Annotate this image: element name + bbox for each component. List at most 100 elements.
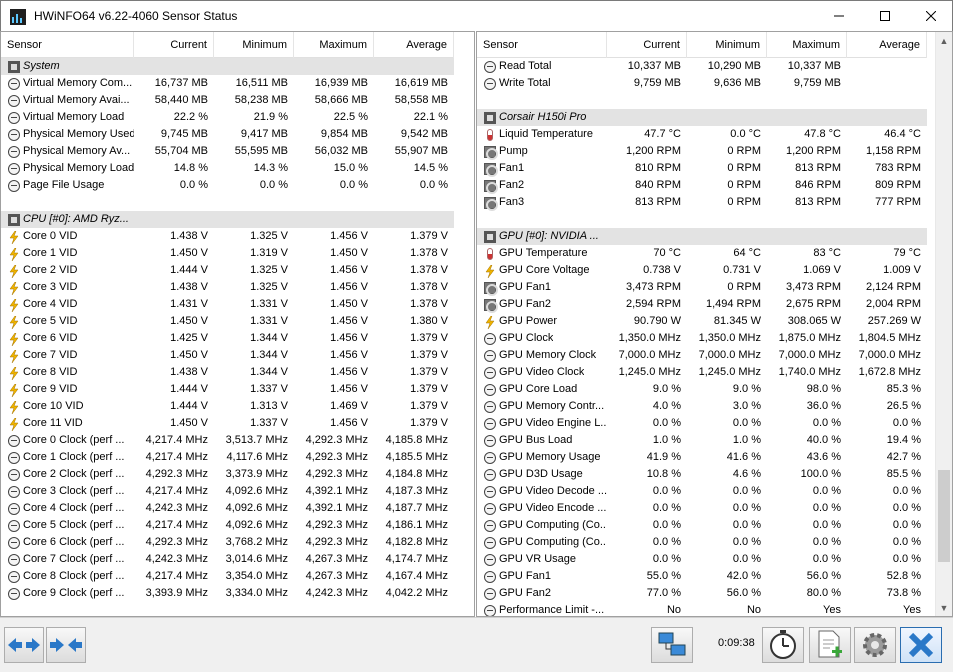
sensor-row[interactable]: Core 7 Clock (perf ... 4,242.3 MHz 3,014.6… [1,551,454,568]
maximum-value: 43.6 % [806,451,841,463]
sensor-row[interactable]: GPU Temperature 70 °C 64 °C 83 °C 79 °C [477,245,927,262]
sensor-row[interactable]: Core 1 Clock (perf ... 4,217.4 MHz 4,117.6… [1,449,454,466]
sensor-row[interactable]: Core 2 VID 1.444 V 1.325 V 1.456 V 1.378 V [1,262,454,279]
sensor-row[interactable]: Core 4 VID 1.431 V 1.331 V 1.450 V 1.378 V [1,296,454,313]
sensor-pane-left[interactable]: Sensor Current Minimum Maximum Average S… [0,31,475,617]
sensor-row[interactable]: GPU Memory Contr... 4.0 % 3.0 % 36.0 % 26.5 … [477,398,927,415]
gauge-icon [8,111,20,124]
maximum-value: 0.0 % [812,553,841,565]
sensor-row[interactable]: GPU VR Usage 0.0 % 0.0 % 0.0 % 0.0 % [477,551,927,568]
logging-button[interactable] [809,627,851,663]
column-header-current[interactable]: Current [607,32,687,58]
reset-timer-button[interactable] [762,627,804,663]
sensor-row[interactable]: GPU Computing (Co... 0.0 % 0.0 % 0.0 % 0.0 % [477,534,927,551]
scroll-down-arrow-icon[interactable]: ▼ [936,599,952,616]
maximize-button[interactable] [862,1,908,31]
sensor-row[interactable]: Physical Memory Load 14.8 % 14.3 % 15.0 % 14… [1,160,454,177]
network-button[interactable] [651,627,693,663]
column-header-current[interactable]: Current [134,32,214,58]
sensor-group-row[interactable]: CPU [#0]: AMD Ryz... [1,211,454,228]
sensor-row[interactable]: Core 0 Clock (perf ... 4,217.4 MHz 3,513.7… [1,432,454,449]
sensor-row[interactable]: Fan2 840 RPM 0 RPM 846 RPM 809 RPM [477,177,927,194]
sensor-row[interactable]: GPU Video Engine L... 0.0 % 0.0 % 0.0 % 0.0 … [477,415,927,432]
sensor-row[interactable]: Core 2 Clock (perf ... 4,292.3 MHz 3,373.9… [1,466,454,483]
sensor-name-cell: Core 0 VID [1,228,134,245]
sensor-row[interactable]: GPU Memory Usage 41.9 % 41.6 % 43.6 % 42.7 % [477,449,927,466]
sensor-name: Pump [499,145,528,157]
sensor-row[interactable]: Core 10 VID 1.444 V 1.313 V 1.469 V 1.379 V [1,398,454,415]
sensor-pane-right[interactable]: Sensor Current Minimum Maximum Average R… [476,31,953,617]
column-header-minimum[interactable]: Minimum [687,32,767,58]
sensor-row[interactable]: Virtual Memory Com... 16,737 MB 16,511 MB 1… [1,75,454,92]
sensor-row[interactable]: Core 9 Clock (perf ... 3,393.9 MHz 3,334.0… [1,585,454,602]
sensor-row[interactable]: GPU Video Decode ... 0.0 % 0.0 % 0.0 % 0.0 % [477,483,927,500]
scroll-up-arrow-icon[interactable]: ▲ [936,32,952,49]
sensor-row[interactable]: GPU Core Voltage 0.738 V 0.731 V 1.069 V 1.0… [477,262,927,279]
sensor-group-row[interactable]: Corsair H150i Pro [477,109,927,126]
sensor-row[interactable]: GPU Core Load 9.0 % 9.0 % 98.0 % 85.3 % [477,381,927,398]
sensor-row[interactable]: Virtual Memory Avai... 58,440 MB 58,238 MB… [1,92,454,109]
sensor-row[interactable]: Core 6 Clock (perf ... 4,292.3 MHz 3,768.2… [1,534,454,551]
minimum-value: 1.331 V [250,315,288,327]
column-header-sensor[interactable]: Sensor [477,32,607,58]
vertical-scrollbar[interactable]: ▲ ▼ [935,32,952,616]
sensor-group-row[interactable]: System [1,58,454,75]
sensor-row[interactable]: Physical Memory Av... 55,704 MB 55,595 MB 5… [1,143,454,160]
minimum-value: 0.0 % [732,536,761,548]
sensor-row[interactable]: Fan1 810 RPM 0 RPM 813 RPM 783 RPM [477,160,927,177]
sensor-row[interactable]: Core 4 Clock (perf ... 4,242.3 MHz 4,092.6… [1,500,454,517]
column-header-maximum[interactable]: Maximum [294,32,374,58]
sensor-row[interactable]: Core 3 Clock (perf ... 4,217.4 MHz 4,092.6… [1,483,454,500]
sensor-row[interactable]: Physical Memory Used 9,745 MB 9,417 MB 9,85… [1,126,454,143]
previous-sensor-button[interactable] [4,627,44,663]
sensor-row[interactable]: Page File Usage 0.0 % 0.0 % 0.0 % 0.0 % [1,177,454,194]
sensor-row[interactable]: Core 8 VID 1.438 V 1.344 V 1.456 V 1.379 V [1,364,454,381]
sensor-name-cell: Core 3 Clock (perf ... [1,483,134,500]
sensor-row[interactable]: GPU Fan1 3,473 RPM 0 RPM 3,473 RPM 2,124 RPM [477,279,927,296]
sensor-row[interactable]: Core 5 VID 1.450 V 1.331 V 1.456 V 1.380 V [1,313,454,330]
sensor-row[interactable]: Pump 1,200 RPM 0 RPM 1,200 RPM 1,158 RPM [477,143,927,160]
sensor-row[interactable]: GPU Bus Load 1.0 % 1.0 % 40.0 % 19.4 % [477,432,927,449]
next-sensor-button[interactable] [46,627,86,663]
exit-button[interactable] [900,627,942,663]
column-header-sensor[interactable]: Sensor [1,32,134,58]
close-button[interactable] [908,1,953,31]
sensor-name-cell: Core 7 Clock (perf ... [1,551,134,568]
sensor-row[interactable]: GPU Fan1 55.0 % 42.0 % 56.0 % 52.8 % [477,568,927,585]
column-header-average[interactable]: Average [847,32,927,58]
sensor-row[interactable]: GPU Clock 1,350.0 MHz 1,350.0 MHz 1,875.0 M… [477,330,927,347]
sensor-row[interactable]: Write Total 9,759 MB 9,636 MB 9,759 MB [477,75,927,92]
maximum-value: 47.8 °C [804,128,841,140]
column-header-maximum[interactable]: Maximum [767,32,847,58]
sensor-row[interactable]: Virtual Memory Load 22.2 % 21.9 % 22.5 % 22.… [1,109,454,126]
sensor-row[interactable]: Read Total 10,337 MB 10,290 MB 10,337 MB [477,58,927,75]
sensor-row[interactable]: Core 1 VID 1.450 V 1.319 V 1.450 V 1.378 V [1,245,454,262]
sensor-group-row[interactable]: GPU [#0]: NVIDIA ... [477,228,927,245]
sensor-row[interactable]: Core 11 VID 1.450 V 1.337 V 1.456 V 1.379 V [1,415,454,432]
sensor-row[interactable]: Core 7 VID 1.450 V 1.344 V 1.456 V 1.379 V [1,347,454,364]
settings-button[interactable] [854,627,896,663]
maximum-value: 0.0 % [339,179,368,191]
sensor-row[interactable]: Core 5 Clock (perf ... 4,217.4 MHz 4,092.6… [1,517,454,534]
sensor-row[interactable]: GPU Power 90.790 W 81.345 W 308.065 W 257.26… [477,313,927,330]
sensor-row[interactable]: GPU Computing (Co... 0.0 % 0.0 % 0.0 % 0.0 % [477,517,927,534]
sensor-row[interactable]: GPU Video Clock 1,245.0 MHz 1,245.0 MHz 1,7… [477,364,927,381]
column-header-average[interactable]: Average [374,32,454,58]
sensor-row[interactable]: GPU Fan2 77.0 % 56.0 % 80.0 % 73.8 % [477,585,927,602]
scrollbar-thumb[interactable] [938,470,950,562]
sensor-row[interactable]: GPU D3D Usage 10.8 % 4.6 % 100.0 % 85.5 % [477,466,927,483]
sensor-row[interactable]: GPU Video Encode ... 0.0 % 0.0 % 0.0 % 0.0 % [477,500,927,517]
minimize-button[interactable] [816,1,862,31]
column-header-minimum[interactable]: Minimum [214,32,294,58]
sensor-row[interactable]: Performance Limit -... No No Yes Yes [477,602,927,616]
sensor-row[interactable]: Core 0 VID 1.438 V 1.325 V 1.456 V 1.379 V [1,228,454,245]
sensor-row[interactable]: Core 3 VID 1.438 V 1.325 V 1.456 V 1.378 V [1,279,454,296]
sensor-row[interactable]: Liquid Temperature 47.7 °C 0.0 °C 47.8 °C 46… [477,126,927,143]
sensor-name: Core 11 VID [23,417,83,429]
sensor-row[interactable]: Fan3 813 RPM 0 RPM 813 RPM 777 RPM [477,194,927,211]
sensor-row[interactable]: Core 9 VID 1.444 V 1.337 V 1.456 V 1.379 V [1,381,454,398]
sensor-row[interactable]: GPU Fan2 2,594 RPM 1,494 RPM 2,675 RPM 2,004… [477,296,927,313]
sensor-row[interactable]: Core 8 Clock (perf ... 4,217.4 MHz 3,354.0… [1,568,454,585]
sensor-row[interactable]: GPU Memory Clock 7,000.0 MHz 7,000.0 MHz 7,… [477,347,927,364]
sensor-row[interactable]: Core 6 VID 1.425 V 1.344 V 1.456 V 1.379 V [1,330,454,347]
